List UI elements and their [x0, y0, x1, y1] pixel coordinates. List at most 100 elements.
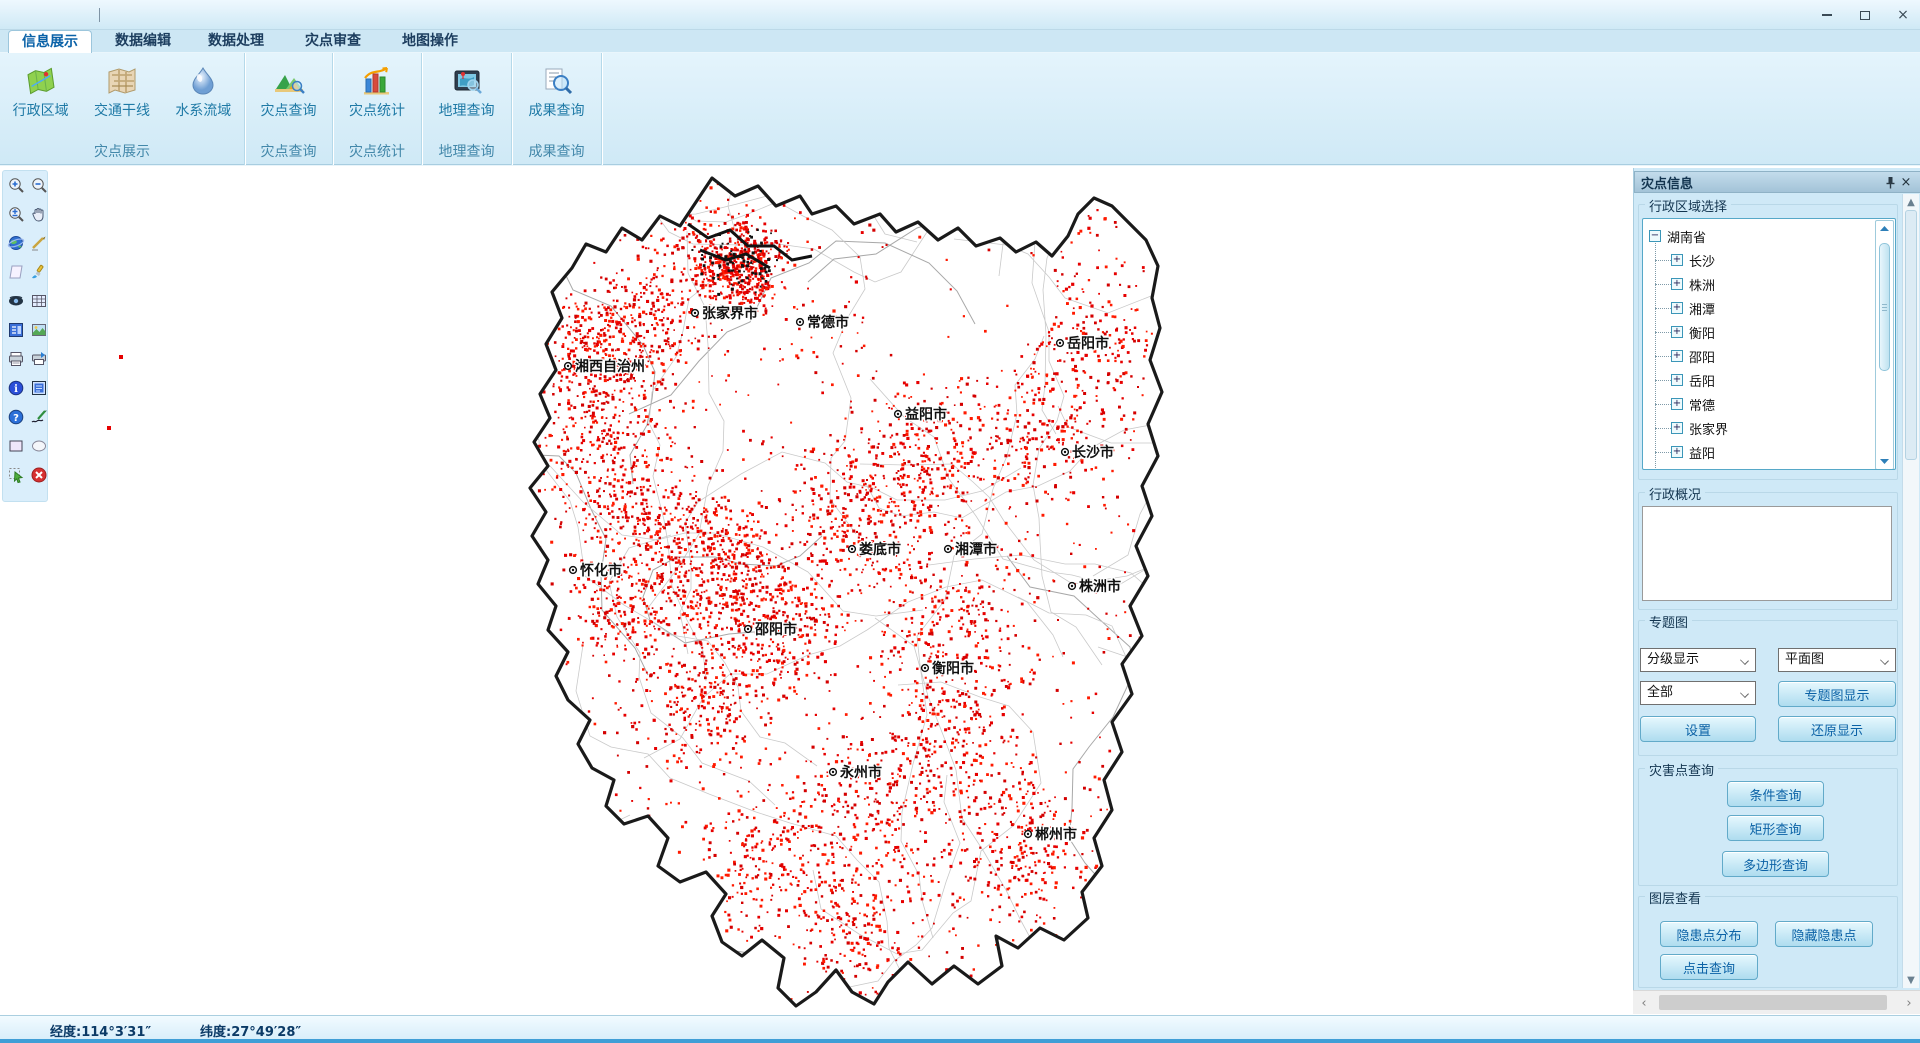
scroll-right-icon[interactable]: ›: [1902, 995, 1916, 1011]
scrollbar-thumb[interactable]: [1659, 995, 1887, 1010]
expand-icon[interactable]: +: [1671, 398, 1683, 410]
expand-icon[interactable]: +: [1671, 302, 1683, 314]
click-query-button[interactable]: 点击查询: [1660, 954, 1758, 980]
settings-button[interactable]: 设置: [1640, 716, 1756, 742]
map-canvas[interactable]: 张家界市常德市岳阳市湘西自治州益阳市长沙市娄底市湘潭市株洲市怀化市邵阳市衡阳市永…: [0, 168, 1633, 1015]
scroll-down-icon[interactable]: [1878, 455, 1891, 467]
tree-scrollbar[interactable]: [1875, 220, 1894, 470]
province-map[interactable]: 张家界市常德市岳阳市湘西自治州益阳市长沙市娄底市湘潭市株洲市怀化市邵阳市衡阳市永…: [0, 168, 1633, 1015]
chevron-down-icon: [1740, 656, 1749, 665]
panel-horizontal-scrollbar[interactable]: ‹ ›: [1633, 990, 1920, 1014]
ribbon-button-result-search[interactable]: 成果查询: [519, 55, 595, 137]
ribbon-group-5: 成果查询成果查询: [512, 53, 602, 165]
tab-4[interactable]: 灾点审查: [294, 30, 372, 53]
ribbon-button-mountain-search[interactable]: 灾点查询: [251, 55, 327, 137]
ribbon-button-region-map[interactable]: 行政区域: [3, 55, 79, 137]
tree-node-city[interactable]: +张家界: [1671, 417, 1728, 439]
condition-query-button[interactable]: 条件查询: [1727, 781, 1824, 807]
tree-node-city[interactable]: +株洲: [1671, 273, 1715, 295]
info-icon[interactable]: i: [6, 378, 26, 398]
level-display-dropdown[interactable]: 分级显示: [1640, 648, 1756, 672]
scope-dropdown[interactable]: 全部: [1640, 681, 1756, 705]
zoom-in-icon[interactable]: [6, 175, 26, 195]
select-marquee-icon[interactable]: [6, 465, 26, 485]
rectangle-query-button[interactable]: 矩形查询: [1727, 815, 1824, 841]
help-icon[interactable]: ?: [6, 407, 26, 427]
printer-icon[interactable]: [6, 349, 26, 369]
tab-1[interactable]: 信息展示: [8, 30, 92, 53]
grid-table-icon[interactable]: [29, 291, 49, 311]
ellipse-tool-icon[interactable]: [29, 436, 49, 456]
paint-brush-icon[interactable]: [29, 262, 49, 282]
expand-icon[interactable]: +: [1671, 446, 1683, 458]
tree-node-city[interactable]: +邵阳: [1671, 345, 1715, 367]
city-marker[interactable]: 湘西自治州: [565, 358, 645, 375]
expand-icon[interactable]: +: [1671, 374, 1683, 386]
ribbon-button-traffic-map[interactable]: 交通干线: [84, 55, 160, 137]
tab-3[interactable]: 数据处理: [197, 30, 275, 53]
scroll-up-icon[interactable]: [1878, 223, 1891, 235]
scrollbar-thumb[interactable]: [1879, 243, 1890, 371]
image-view-icon[interactable]: [29, 320, 49, 340]
ribbon-group-1: 行政区域交通干线水系流域灾点展示: [0, 53, 245, 165]
blank-page-icon[interactable]: [6, 262, 26, 282]
ribbon-group-caption: 成果查询: [512, 141, 601, 161]
tree-node-city[interactable]: + 衡阳: [1671, 321, 1715, 343]
hazard-distribution-button[interactable]: 隐患点分布: [1660, 921, 1758, 947]
scroll-left-icon[interactable]: ‹: [1637, 995, 1651, 1011]
tree-node-city[interactable]: +长沙: [1671, 249, 1715, 271]
scrollbar-thumb[interactable]: [1905, 210, 1917, 460]
tree-node-city[interactable]: +常德: [1671, 393, 1715, 415]
tree-connector: [1655, 428, 1671, 429]
overview-textarea[interactable]: [1642, 506, 1892, 601]
expand-icon[interactable]: +: [1671, 350, 1683, 362]
zoom-extent-icon[interactable]: [6, 204, 26, 224]
delete-mark-icon[interactable]: [29, 465, 49, 485]
tree-node-city[interactable]: +郴州: [1671, 465, 1715, 470]
zoom-out-icon[interactable]: [29, 175, 49, 195]
map-type-dropdown[interactable]: 平面图: [1778, 648, 1896, 672]
globe-icon[interactable]: [6, 233, 26, 253]
polygon-query-button[interactable]: 多边形查询: [1722, 851, 1829, 877]
pin-icon[interactable]: [1882, 174, 1898, 190]
hide-hazard-button[interactable]: 隐藏隐患点: [1775, 921, 1873, 947]
ribbon: 行政区域交通干线水系流域灾点展示灾点查询灾点查询灾点统计灾点统计地理查询地理查询…: [0, 53, 1920, 165]
tab-2[interactable]: 数据编辑: [104, 30, 182, 53]
expand-icon[interactable]: +: [1671, 278, 1683, 290]
city-marker[interactable]: 张家界市: [692, 305, 758, 322]
ribbon-button-water-drop[interactable]: 水系流域: [165, 55, 241, 137]
tree-node-label: 衡阳: [1689, 323, 1715, 342]
expand-icon[interactable]: +: [1671, 326, 1683, 338]
ribbon-button-bar-chart[interactable]: 灾点统计: [339, 55, 415, 137]
collapse-icon[interactable]: −: [1649, 230, 1661, 242]
panel-close-icon[interactable]: ×: [1898, 174, 1914, 190]
window-view-icon[interactable]: [29, 378, 49, 398]
legend-window-icon[interactable]: [6, 320, 26, 340]
pan-hand-icon[interactable]: [29, 204, 49, 224]
status-bar: 经度:114°3′31″ 纬度:27°49′28″: [0, 1015, 1920, 1043]
print-preview-icon[interactable]: [29, 349, 49, 369]
scroll-down-icon[interactable]: ▼: [1905, 974, 1917, 986]
maximize-button[interactable]: [1854, 6, 1876, 24]
eye-icon[interactable]: [6, 291, 26, 311]
minimize-button[interactable]: [1816, 6, 1838, 24]
city-label: 岳阳市: [1067, 335, 1109, 352]
thematic-label: 专题图: [1645, 612, 1692, 631]
tree-node-province[interactable]: −湖南省: [1649, 225, 1706, 247]
tree-node-city[interactable]: +益阳: [1671, 441, 1715, 463]
expand-icon[interactable]: +: [1671, 254, 1683, 266]
expand-icon[interactable]: +: [1671, 422, 1683, 434]
tree-node-city[interactable]: + 岳阳: [1671, 369, 1715, 391]
rectangle-tool-icon[interactable]: [6, 436, 26, 456]
measure-pen-icon[interactable]: [29, 233, 49, 253]
ribbon-button-geo-search[interactable]: 地理查询: [429, 55, 505, 137]
tree-node-city[interactable]: +湘潭: [1671, 297, 1715, 319]
restore-display-button[interactable]: 还原显示: [1778, 716, 1896, 742]
scroll-up-icon[interactable]: ▲: [1905, 196, 1917, 208]
panel-vertical-scrollbar[interactable]: ▲ ▼: [1902, 194, 1919, 988]
thematic-show-button[interactable]: 专题图显示: [1778, 681, 1896, 707]
tab-5[interactable]: 地图操作: [391, 30, 469, 53]
tree-node-label: 岳阳: [1689, 371, 1715, 390]
close-button[interactable]: ×: [1892, 6, 1914, 24]
signature-pen-icon[interactable]: [29, 407, 49, 427]
